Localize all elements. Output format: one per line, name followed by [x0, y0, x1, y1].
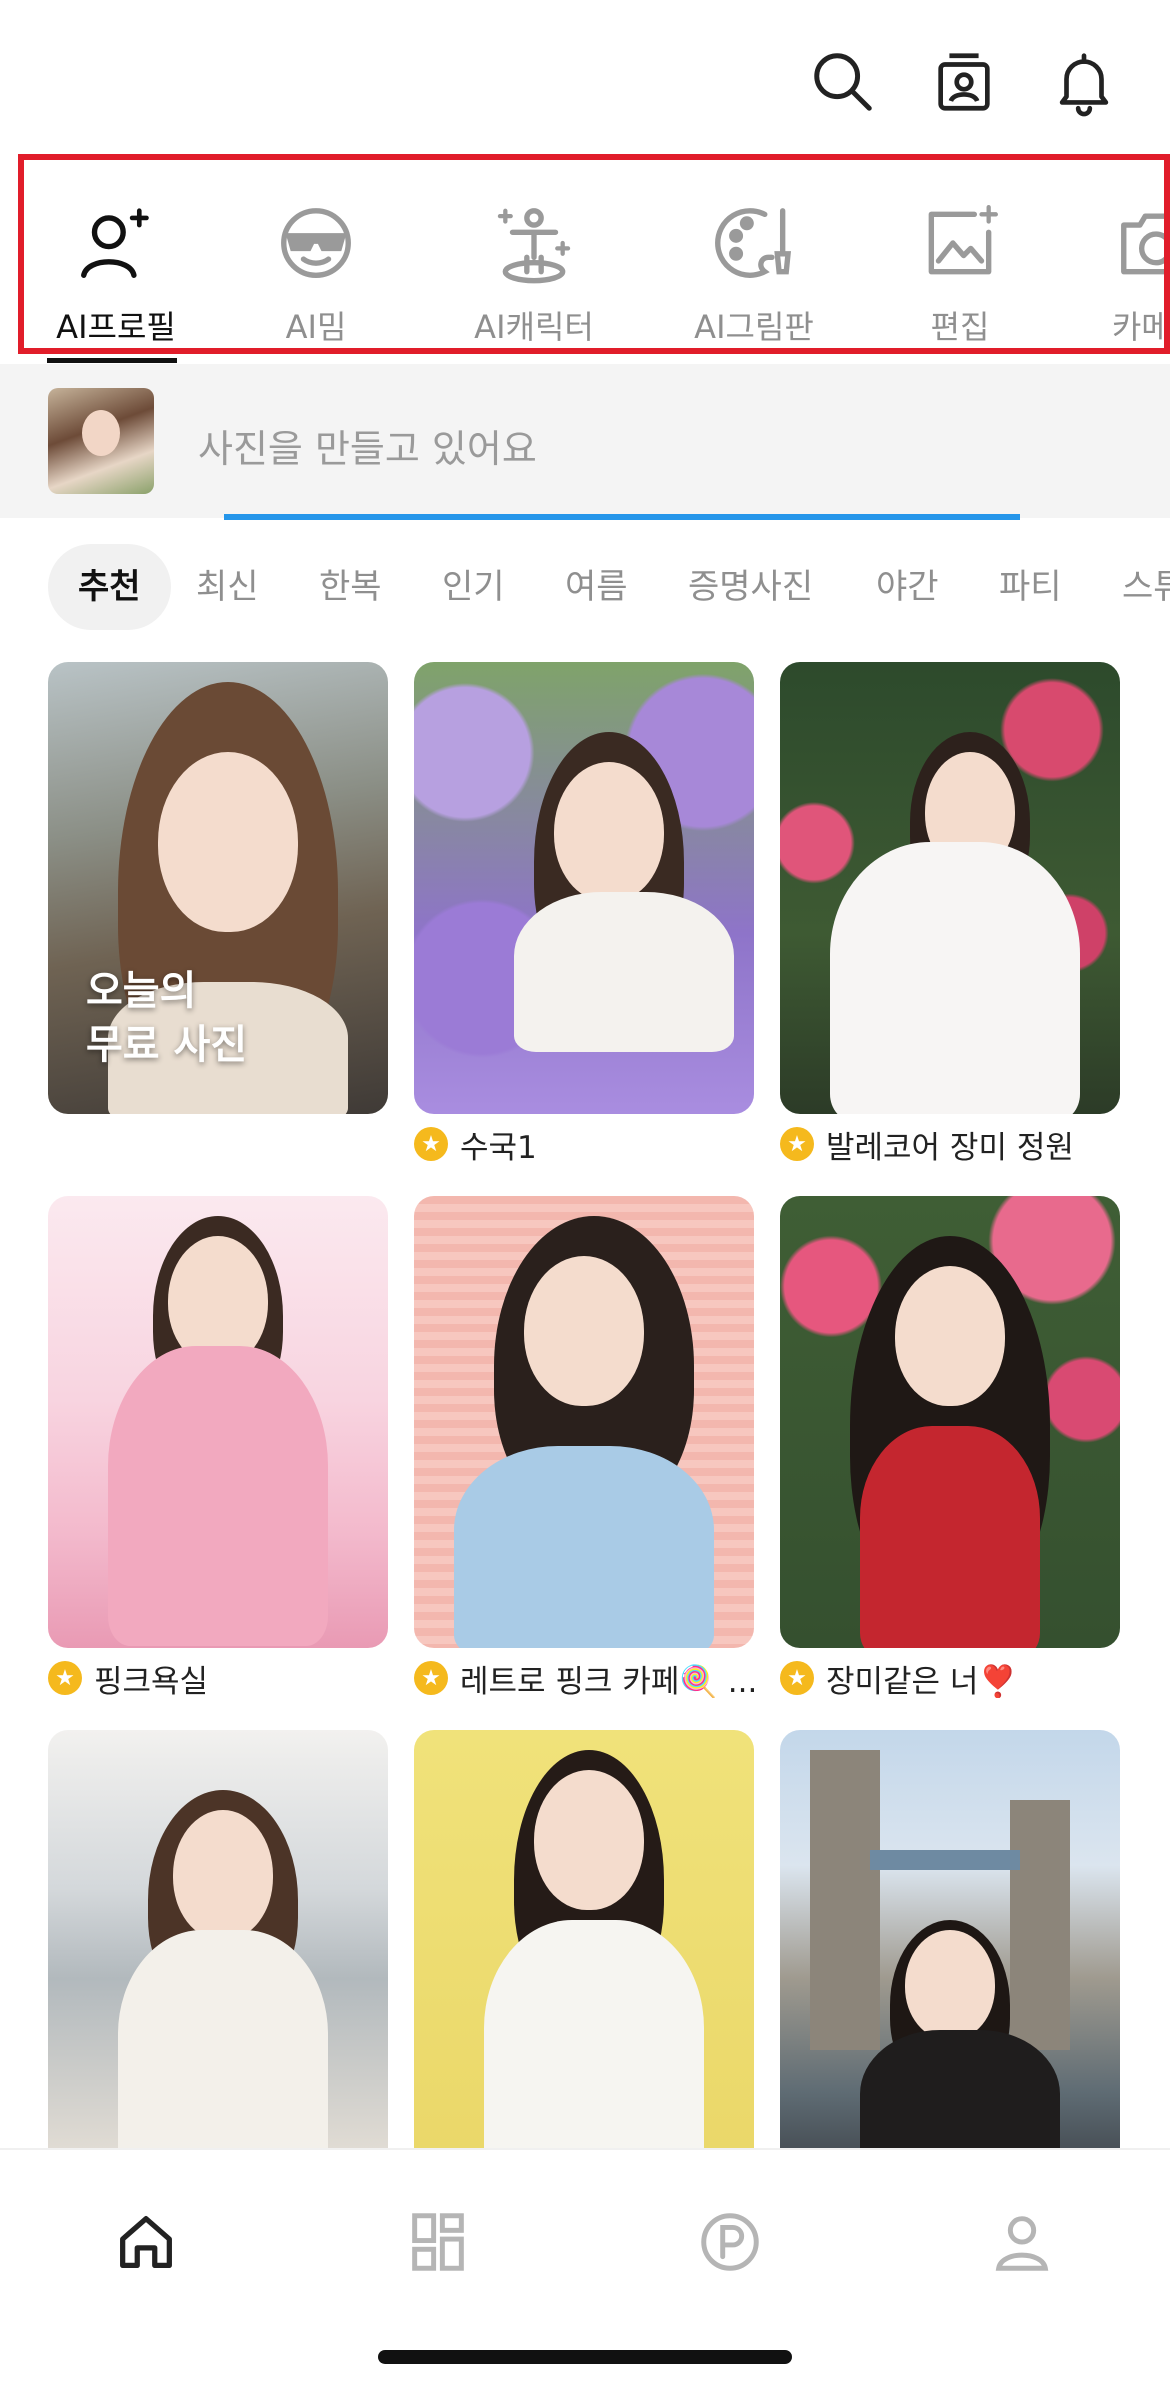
chip-popular[interactable]: 인기	[442, 544, 505, 630]
emoji-sunglasses-icon	[268, 198, 364, 288]
bell-icon[interactable]	[1044, 42, 1124, 122]
profile-sparkle-icon	[68, 198, 164, 288]
category-camera[interactable]: 카메라	[1086, 160, 1170, 348]
generation-progress-banner[interactable]: 사진을 만들고 있어요	[0, 364, 1170, 520]
profile-icon[interactable]	[972, 2192, 1072, 2292]
star-badge-icon: ★	[48, 1661, 82, 1695]
star-badge-icon: ★	[414, 1127, 448, 1161]
chip-hanbok[interactable]: 한복	[319, 544, 382, 630]
chip-summer[interactable]: 여름	[565, 544, 628, 630]
chip-party[interactable]: 파티	[999, 544, 1062, 630]
star-badge-icon: ★	[780, 1661, 814, 1695]
search-icon[interactable]	[803, 42, 883, 122]
photo-card[interactable]: ★ 핑크욕실	[48, 1196, 388, 1698]
points-icon[interactable]	[680, 2192, 780, 2292]
category-ai-character[interactable]: AI캐릭터	[444, 160, 624, 348]
card-caption: ★ 수국1	[414, 1124, 754, 1164]
card-caption: ★ 발레코어 장미 정원	[780, 1124, 1120, 1164]
card-image	[414, 1196, 754, 1648]
progress-bar	[224, 514, 1020, 520]
star-badge-icon: ★	[414, 1661, 448, 1695]
category-label: AI밈	[285, 308, 347, 346]
grid-icon[interactable]	[388, 2192, 488, 2292]
card-image	[414, 1730, 754, 2182]
home-icon[interactable]	[96, 2192, 196, 2292]
chip-latest[interactable]: 최신	[196, 544, 259, 630]
photo-card[interactable]: ★ 수국1	[414, 662, 754, 1164]
card-image	[48, 1196, 388, 1648]
character-sparkle-icon	[486, 198, 582, 288]
free-photo-title: 오늘의 무료 사진	[86, 968, 248, 1068]
category-ai-profile[interactable]: AI프로필	[36, 160, 196, 348]
photo-card[interactable]: 오늘의 무료 사진	[48, 662, 388, 1114]
card-caption: ★ 레트로 핑크 카페🍭 ...	[414, 1658, 754, 1698]
card-image: 오늘의 무료 사진	[48, 662, 388, 1114]
star-badge-icon: ★	[780, 1127, 814, 1161]
photo-card[interactable]: ★ 장미같은 너❣️	[780, 1196, 1120, 1698]
image-edit-icon	[912, 198, 1008, 288]
card-image	[780, 1730, 1120, 2182]
category-label: AI캐릭터	[474, 308, 594, 346]
photo-card[interactable]: ★ 레트로 핑크 카페🍭 ...	[414, 1196, 754, 1698]
chip-recommended[interactable]: 추천	[48, 544, 171, 630]
progress-thumbnail	[48, 388, 154, 494]
category-edit[interactable]: 편집	[890, 160, 1030, 348]
photo-card[interactable]	[414, 1730, 754, 2182]
photo-card[interactable]	[48, 1730, 388, 2182]
camera-icon	[1108, 198, 1164, 288]
category-label: 편집	[930, 308, 990, 346]
card-caption: ★ 핑크욕실	[48, 1658, 388, 1698]
category-menu: AI프로필 AI밈 AI캐릭터 AI그림판 편집 카메	[18, 154, 1170, 354]
category-label: AI프로필	[56, 308, 176, 346]
chip-id-photo[interactable]: 증명사진	[688, 544, 813, 630]
home-indicator	[378, 2350, 792, 2364]
filter-chips: 추천 최신 한복 인기 여름 증명사진 야간 파티 스튜	[0, 540, 1170, 636]
card-image	[414, 662, 754, 1114]
chip-night[interactable]: 야간	[876, 544, 939, 630]
chip-studio[interactable]: 스튜	[1122, 544, 1170, 630]
category-label: AI그림판	[694, 308, 814, 346]
active-category-underline	[47, 358, 177, 363]
category-label: 카메라	[1111, 308, 1170, 346]
card-caption: ★ 장미같은 너❣️	[780, 1658, 1120, 1698]
palette-brush-icon	[706, 198, 802, 288]
card-image	[780, 662, 1120, 1114]
category-ai-drawing[interactable]: AI그림판	[664, 160, 844, 348]
photo-card[interactable]	[780, 1730, 1120, 2182]
card-image	[48, 1730, 388, 2182]
top-bar	[0, 0, 1170, 150]
category-ai-meme[interactable]: AI밈	[236, 160, 396, 348]
photo-card[interactable]: ★ 발레코어 장미 정원	[780, 662, 1120, 1164]
progress-text: 사진을 만들고 있어요	[198, 427, 537, 471]
card-image	[780, 1196, 1120, 1648]
id-card-icon[interactable]	[924, 42, 1004, 122]
